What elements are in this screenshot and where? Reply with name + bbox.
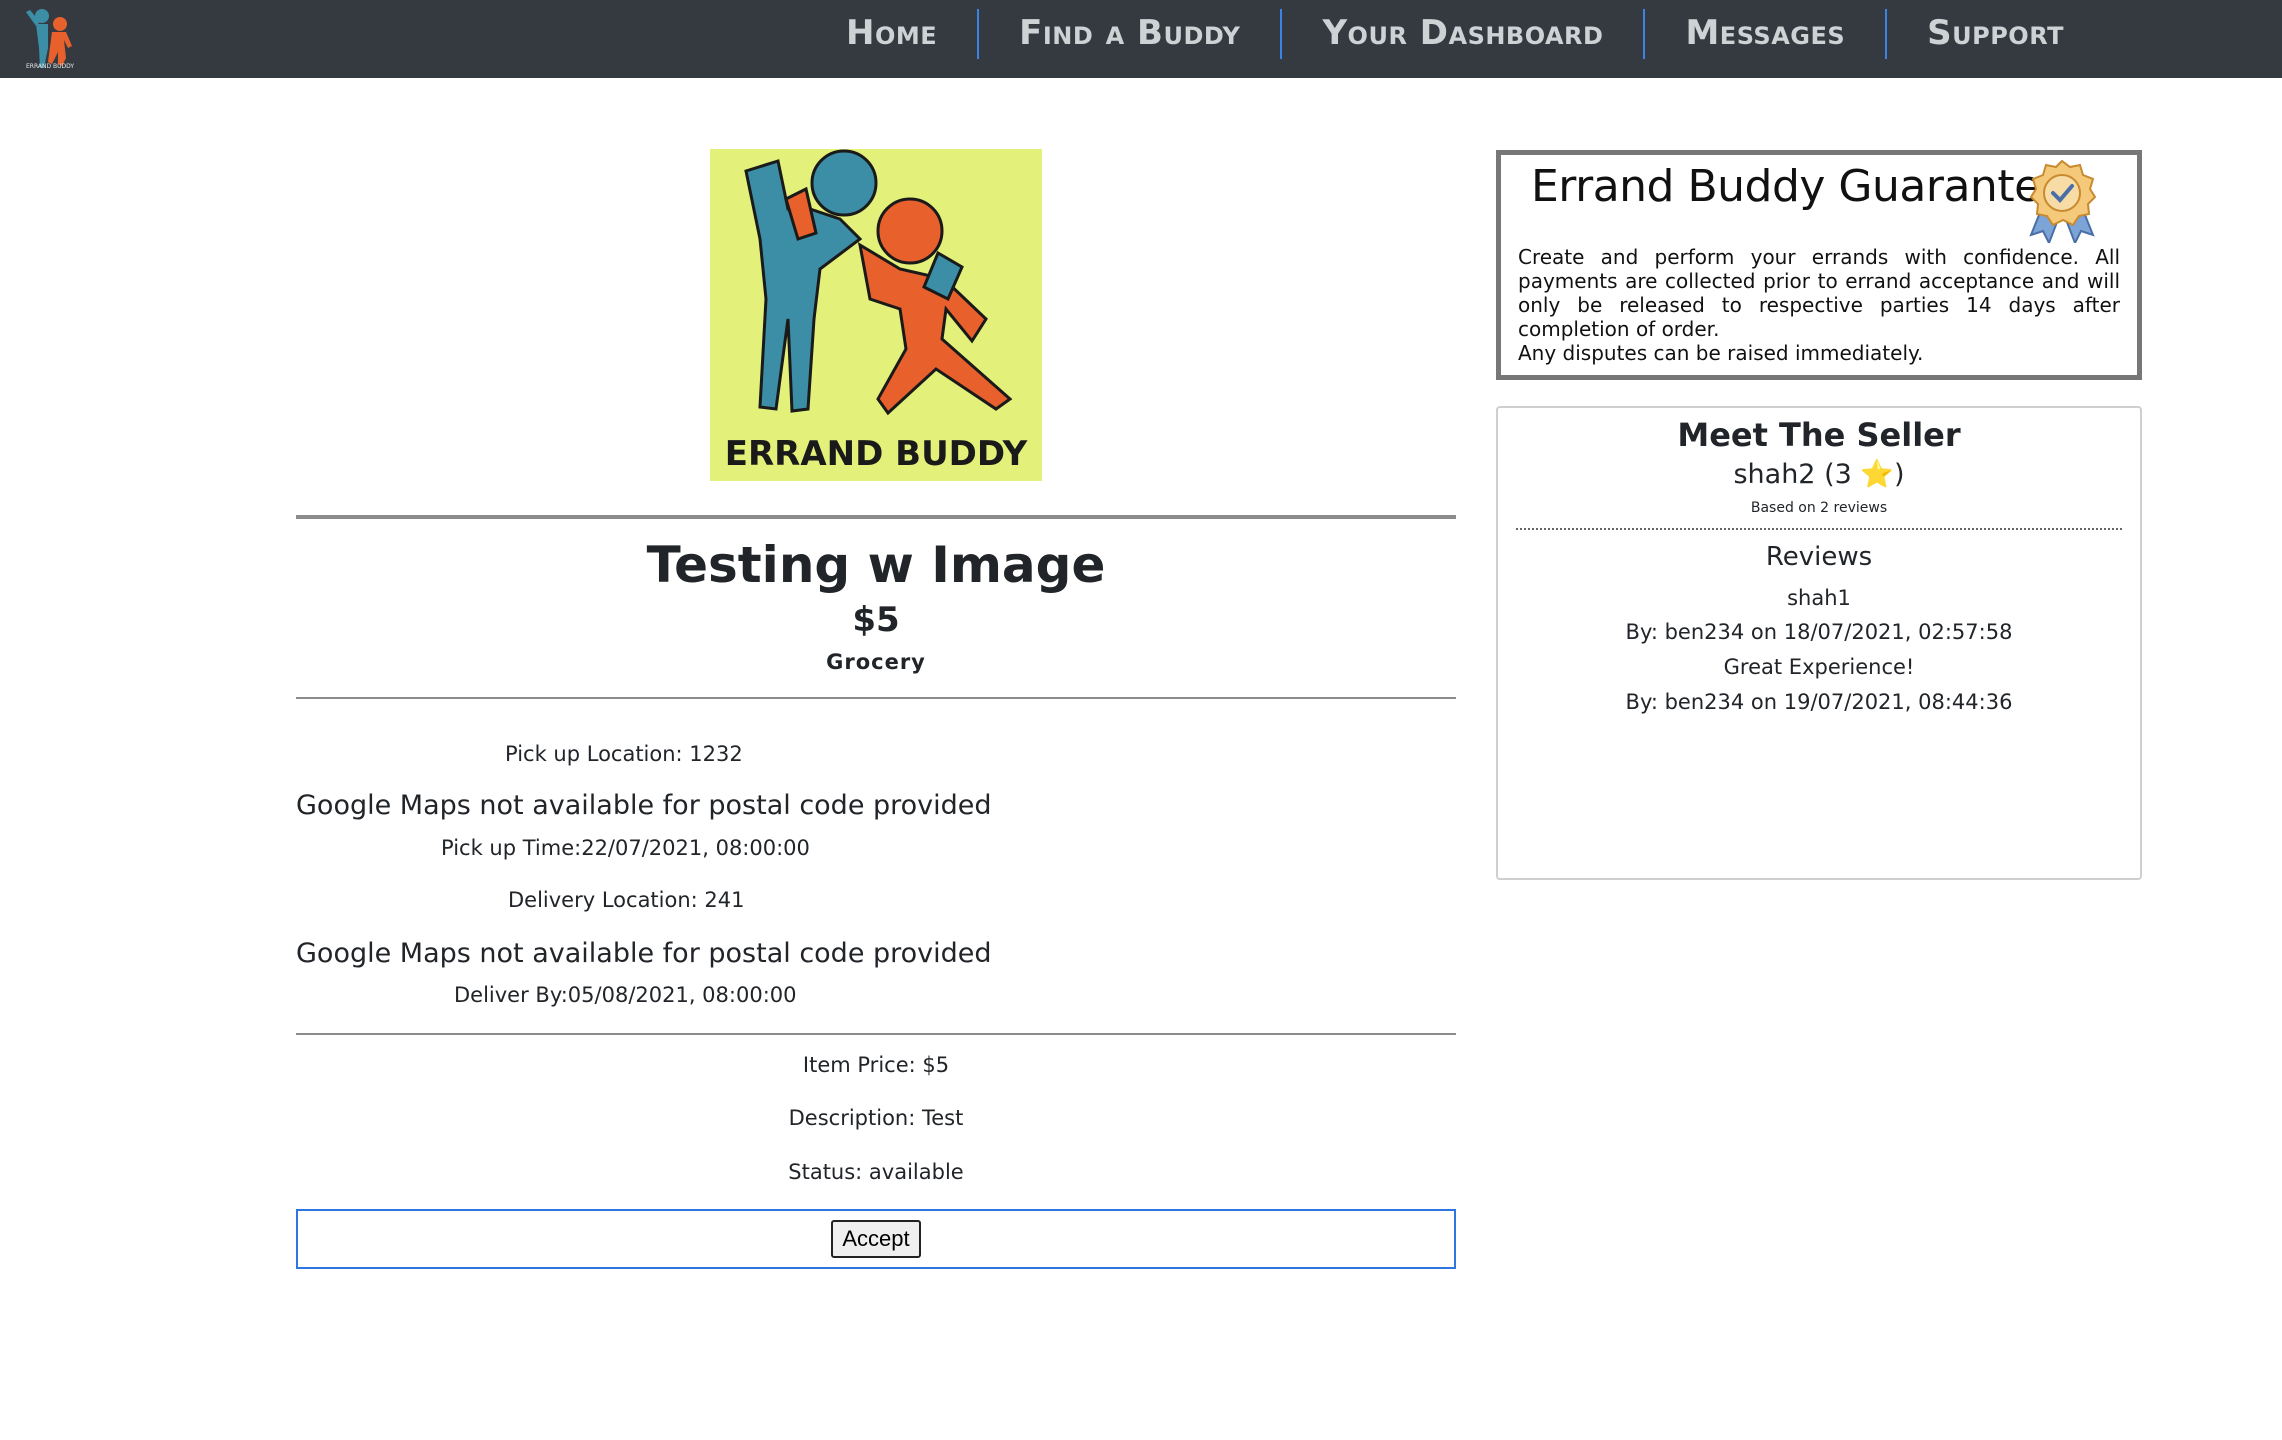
review-author-date: By: ben234 on 18/07/2021, 02:57:58	[1625, 620, 2013, 644]
pickup-map-unavailable: Google Maps not available for postal cod…	[296, 790, 992, 821]
pickup-location: Pick up Location: 1232	[505, 742, 743, 766]
pickup-time: Pick up Time:22/07/2021, 08:00:00	[441, 836, 810, 860]
errand-image: ERRAND BUDDY	[710, 149, 1042, 481]
errand-price: $5	[852, 600, 900, 640]
errand-category: Grocery	[826, 650, 926, 674]
hero-logo-text: ERRAND BUDDY	[725, 434, 1028, 474]
seller-card: Meet The Seller shah2 (3 ⭐) Based on 2 r…	[1496, 406, 2142, 880]
nav-links: Home Find a Buddy Your Dashboard Message…	[806, 9, 2104, 59]
seller-review-count: Based on 2 reviews	[1750, 500, 1888, 516]
guarantee-paragraph: Create and perform your errands with con…	[1518, 245, 2120, 341]
nav-home-link[interactable]: Home	[806, 9, 980, 59]
seller-heading: Meet The Seller	[1677, 416, 1961, 454]
delivery-map-unavailable: Google Maps not available for postal cod…	[296, 938, 992, 969]
nav-messages-link[interactable]: Messages	[1645, 9, 1888, 59]
nav-your-dashboard-link[interactable]: Your Dashboard	[1282, 9, 1646, 59]
divider-middle	[296, 697, 1456, 699]
review-comment: shah1	[1787, 586, 1851, 610]
accept-button[interactable]: Accept	[831, 1220, 921, 1258]
guarantee-box: Errand Buddy Guarantee Create and perfor…	[1496, 150, 2142, 380]
item-price: Item Price: $5	[802, 1053, 950, 1077]
seller-name-rating[interactable]: shah2 (3 ⭐)	[1498, 458, 2140, 490]
review-comment: Great Experience!	[1723, 655, 1915, 679]
nav-support-link[interactable]: Support	[1887, 9, 2104, 59]
accept-form: Accept	[296, 1209, 1456, 1269]
guarantee-title: Errand Buddy Guarantee	[1531, 161, 2068, 212]
logo-text: ERRAND BUDDY	[26, 63, 74, 70]
deliver-by: Deliver By:05/08/2021, 08:00:00	[454, 983, 797, 1007]
guarantee-disputes: Any disputes can be raised immediately.	[1518, 341, 1924, 365]
top-navbar: ERRAND BUDDY Home Find a Buddy Your Dash…	[0, 0, 2282, 78]
nav-find-a-buddy-link[interactable]: Find a Buddy	[979, 9, 1283, 59]
seller-divider	[1516, 528, 2122, 530]
errand-title: Testing w Image	[646, 536, 1106, 594]
divider-top	[296, 515, 1456, 519]
delivery-location: Delivery Location: 241	[508, 888, 745, 912]
award-medal-icon	[2029, 159, 2097, 243]
reviews-heading: Reviews	[1765, 542, 1873, 572]
review-author-date: By: ben234 on 19/07/2021, 08:44:36	[1625, 690, 2013, 714]
divider-bottom	[296, 1033, 1456, 1035]
errand-buddy-logo-icon[interactable]: ERRAND BUDDY	[22, 4, 82, 70]
guarantee-text: Create and perform your errands with con…	[1518, 245, 2120, 365]
errand-description: Description: Test	[788, 1106, 964, 1130]
errand-status: Status: available	[788, 1160, 964, 1184]
